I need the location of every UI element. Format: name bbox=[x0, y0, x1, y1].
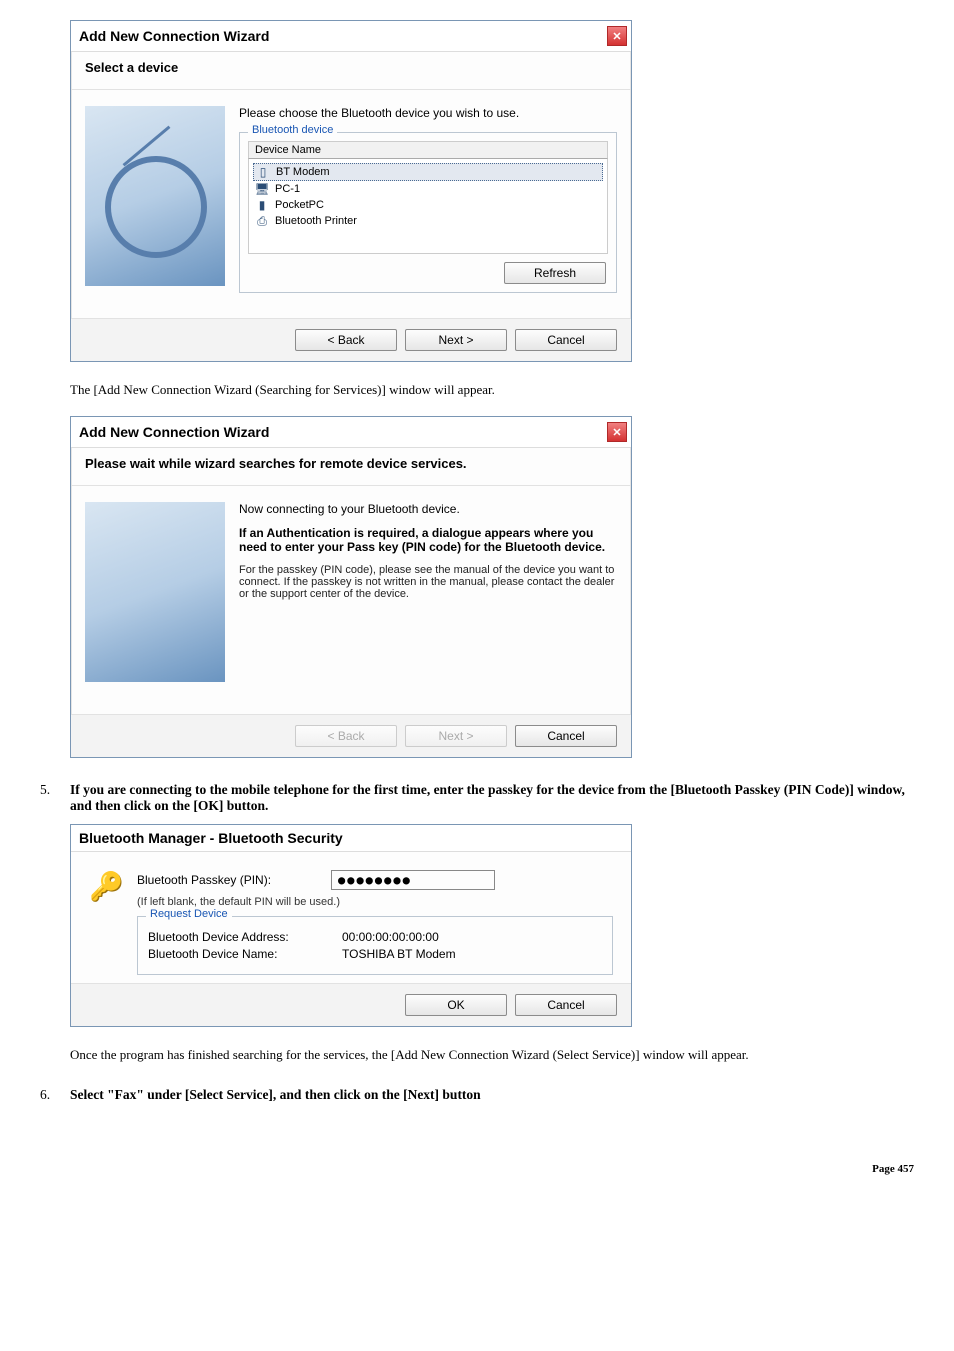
step-number: 6. bbox=[40, 1087, 58, 1103]
instruction-text: Please choose the Bluetooth device you w… bbox=[239, 106, 617, 120]
group-legend: Bluetooth device bbox=[248, 124, 337, 136]
cancel-button[interactable]: Cancel bbox=[515, 725, 617, 747]
dialog-title: Add New Connection Wizard bbox=[79, 28, 269, 44]
dialog-title: Add New Connection Wizard bbox=[79, 424, 269, 440]
dialog-footer: < Back Next > Cancel bbox=[71, 318, 631, 361]
wizard-graphic bbox=[85, 502, 225, 682]
device-name: PC-1 bbox=[275, 183, 300, 195]
dialog-title: Bluetooth Manager - Bluetooth Security bbox=[79, 830, 343, 846]
page-number: Page 457 bbox=[872, 1163, 914, 1175]
device-list[interactable]: ▯ BT Modem 🖥 PC-1 ▮ PocketPC ⎙ Bluetooth… bbox=[248, 159, 608, 254]
step-5: 5. If you are connecting to the mobile t… bbox=[40, 782, 914, 814]
dialog-subtitle: Select a device bbox=[71, 52, 631, 90]
pda-icon: ▮ bbox=[255, 198, 269, 212]
printer-icon: ⎙ bbox=[255, 214, 269, 228]
next-button: Next > bbox=[405, 725, 507, 747]
pin-hint: (If left blank, the default PIN will be … bbox=[137, 896, 613, 908]
refresh-button[interactable]: Refresh bbox=[504, 262, 606, 284]
address-value: 00:00:00:00:00:00 bbox=[342, 930, 439, 944]
dialog-subtitle: Please wait while wizard searches for re… bbox=[71, 448, 631, 486]
name-value: TOSHIBA BT Modem bbox=[342, 947, 456, 961]
bluetooth-device-group: Bluetooth device Device Name ▯ BT Modem … bbox=[239, 132, 617, 293]
ok-button[interactable]: OK bbox=[405, 994, 507, 1016]
passkey-note: For the passkey (PIN code), please see t… bbox=[239, 564, 617, 600]
dialog-titlebar: Add New Connection Wizard ✕ bbox=[71, 417, 631, 448]
dialog-footer: OK Cancel bbox=[71, 983, 631, 1026]
connecting-text: Now connecting to your Bluetooth device. bbox=[239, 502, 617, 516]
device-name: PocketPC bbox=[275, 199, 324, 211]
bluetooth-security-dialog: Bluetooth Manager - Bluetooth Security 🔑… bbox=[70, 824, 632, 1027]
paragraph: The [Add New Connection Wizard (Searchin… bbox=[70, 382, 884, 398]
request-device-group: Request Device Bluetooth Device Address:… bbox=[137, 916, 613, 975]
pin-label: Bluetooth Passkey (PIN): bbox=[137, 873, 317, 887]
wizard-select-device-dialog: Add New Connection Wizard ✕ Select a dev… bbox=[70, 20, 632, 362]
step-text: Select "Fax" under [Select Service], and… bbox=[70, 1087, 914, 1103]
dialog-titlebar: Bluetooth Manager - Bluetooth Security bbox=[71, 825, 631, 852]
close-icon[interactable]: ✕ bbox=[607, 26, 627, 46]
pin-input[interactable]: ●●●●●●●● bbox=[331, 870, 495, 890]
step-6: 6. Select "Fax" under [Select Service], … bbox=[40, 1087, 914, 1103]
cancel-button[interactable]: Cancel bbox=[515, 329, 617, 351]
device-row-printer[interactable]: ⎙ Bluetooth Printer bbox=[253, 213, 603, 229]
auth-warning: If an Authentication is required, a dial… bbox=[239, 526, 617, 554]
back-button[interactable]: < Back bbox=[295, 329, 397, 351]
cancel-button[interactable]: Cancel bbox=[515, 994, 617, 1016]
name-label: Bluetooth Device Name: bbox=[148, 947, 328, 961]
computer-icon: 🖥 bbox=[255, 182, 269, 196]
close-icon[interactable]: ✕ bbox=[607, 422, 627, 442]
wizard-searching-dialog: Add New Connection Wizard ✕ Please wait … bbox=[70, 416, 632, 758]
paragraph: Once the program has finished searching … bbox=[70, 1047, 884, 1063]
dialog-titlebar: Add New Connection Wizard ✕ bbox=[71, 21, 631, 52]
group-legend: Request Device bbox=[146, 908, 232, 920]
key-icon: 🔑 bbox=[89, 870, 123, 904]
device-name: Bluetooth Printer bbox=[275, 215, 357, 227]
step-text: If you are connecting to the mobile tele… bbox=[70, 782, 914, 814]
device-name: BT Modem bbox=[276, 166, 330, 178]
address-label: Bluetooth Device Address: bbox=[148, 930, 328, 944]
device-list-header: Device Name bbox=[248, 141, 608, 159]
next-button[interactable]: Next > bbox=[405, 329, 507, 351]
device-row-bt-modem[interactable]: ▯ BT Modem bbox=[253, 163, 603, 181]
phone-icon: ▯ bbox=[256, 165, 270, 179]
step-number: 5. bbox=[40, 782, 58, 814]
back-button: < Back bbox=[295, 725, 397, 747]
wizard-graphic bbox=[85, 106, 225, 286]
page-footer: Page 457 bbox=[30, 1163, 914, 1175]
dialog-footer: < Back Next > Cancel bbox=[71, 714, 631, 757]
device-row-pc1[interactable]: 🖥 PC-1 bbox=[253, 181, 603, 197]
device-row-pocketpc[interactable]: ▮ PocketPC bbox=[253, 197, 603, 213]
